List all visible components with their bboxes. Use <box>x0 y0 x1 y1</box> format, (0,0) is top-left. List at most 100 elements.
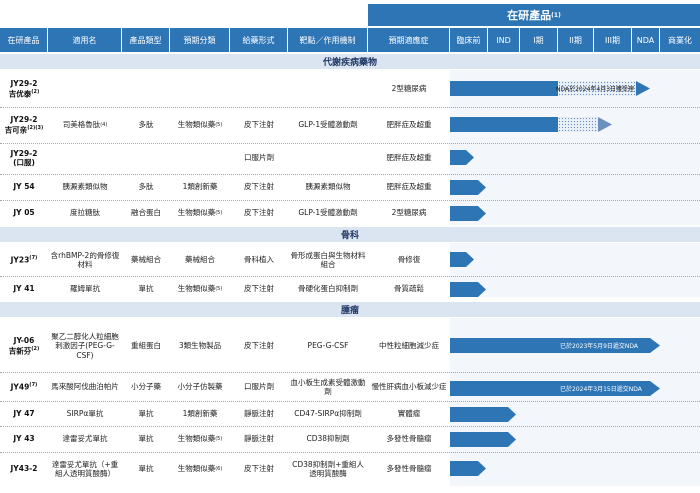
section-metabolic: 代謝疾病藥物 <box>0 54 700 69</box>
generic-name: 胰澱素類似物 <box>62 182 108 192</box>
product-type: 重組蛋白 <box>131 341 161 351</box>
indication: 多發性骨髓瘤 <box>386 464 432 474</box>
product-code: JY 43 <box>13 434 35 444</box>
route: 皮下注射 <box>244 464 274 474</box>
progress-bar <box>450 206 486 221</box>
generic-name: 度拉糖肽 <box>70 208 100 218</box>
category-text: 生物類似藥 <box>177 434 216 444</box>
header-phase1: I期 <box>520 28 558 52</box>
route: 皮下注射 <box>244 120 274 130</box>
row-divider <box>0 107 700 108</box>
generic-name: 羅姆單抗 <box>70 284 100 294</box>
header-ind: IND <box>488 28 520 52</box>
route: 皮下注射 <box>244 341 274 351</box>
category: 生物類似藥 (6) <box>170 454 230 484</box>
progress-bar <box>450 282 486 297</box>
indication: 骨修復 <box>397 255 421 265</box>
header-target: 靶點／作用機制 <box>288 28 368 52</box>
code-text: JY29-2 <box>10 79 38 89</box>
indication: 多發性骨髓瘤 <box>386 434 432 444</box>
generic-footnote: (4) <box>100 121 108 128</box>
pipeline-table: 在研產品 (1) 在研產品 適用名 產品類型 預期分類 給藥形式 靶點／作用機制 … <box>0 0 700 493</box>
row-divider <box>0 143 700 144</box>
progress-bar <box>450 432 516 447</box>
indication: 2型糖尿病 <box>391 208 427 218</box>
progress-bar <box>450 180 486 195</box>
progress-bar <box>450 461 486 476</box>
category-text: 生物類似藥 <box>177 464 216 474</box>
route: 口服片劑 <box>244 153 274 163</box>
code-value: JY49 <box>10 382 30 392</box>
product-type: 藥械組合 <box>131 255 161 265</box>
generic-name: 達雷妥尤單抗 <box>62 434 108 444</box>
nda-submitted-note: 已於2023年5月9日遞交NDA <box>560 343 639 350</box>
code-text: JY29-2 <box>10 115 38 125</box>
category-text: 生物類似藥 <box>177 208 216 218</box>
category-footnote: (5) <box>215 435 223 442</box>
section-oncology: 腫瘤 <box>0 302 700 317</box>
category: 小分子仿製藥 <box>177 382 223 392</box>
category-footnote: (6) <box>215 465 223 472</box>
row-divider <box>0 174 700 175</box>
header-product-type: 產品類型 <box>122 28 170 52</box>
generic-name: 含rhBMP-2的骨修復材料 <box>50 250 120 269</box>
category: 3類生物製品 <box>178 341 222 351</box>
brand-name-text: 吉优泰 <box>8 89 32 99</box>
product-code: JY29-2 吉可亲(2)(3) <box>0 108 48 142</box>
brand-footnote: (2) <box>31 88 40 95</box>
generic-name: 聚乙二醇化人粒細胞刺激因子(PEG-G-CSF) <box>51 331 119 360</box>
category: 生物類似藥 (5) <box>170 202 230 224</box>
code-footnote: (7) <box>29 382 38 389</box>
target: 胰澱素類似物 <box>305 182 351 192</box>
product-type: 單抗 <box>138 434 154 444</box>
indication: 中性粒細胞減少症 <box>379 341 439 351</box>
target: GLP-1受體激動劑 <box>298 208 358 218</box>
header-indication: 預期適應症 <box>368 28 450 52</box>
product-type: 單抗 <box>138 464 154 474</box>
indication: 2型糖尿病 <box>391 84 427 94</box>
row-divider <box>0 426 700 427</box>
indication: 骨質疏鬆 <box>394 284 424 294</box>
product-code: JY29-2 (口服) <box>0 144 48 172</box>
product-code: JY-06 吉新芬(2) <box>0 322 48 370</box>
header-generic-name: 適用名 <box>48 28 122 52</box>
header-preclinical: 臨床前 <box>450 28 488 52</box>
nda-submitted-note: 已於2024年3月15日遞交NDA <box>560 386 642 393</box>
target: 骨形成蛋白與生物材料組合 <box>290 250 366 269</box>
generic-name-text: 司美格魯肽 <box>62 120 101 130</box>
header-phase2: II期 <box>558 28 594 52</box>
product-code: JY 05 <box>13 208 35 218</box>
category-footnote: (5) <box>215 285 223 292</box>
section-orthopedics: 骨科 <box>0 227 700 242</box>
product-type: 單抗 <box>138 409 154 419</box>
indication: 肥胖症及超重 <box>386 153 432 163</box>
brand-name-text: 吉新芬 <box>8 346 32 356</box>
nda-accepted-note: NDA於2024年4月3日獲受理 <box>556 86 635 93</box>
row-divider <box>0 372 700 373</box>
category: 生物類似藥 (5) <box>170 108 230 142</box>
brand-name: 吉可亲(2)(3) <box>5 125 44 135</box>
brand-name: (口服) <box>13 158 35 167</box>
route: 骨科植入 <box>244 255 274 265</box>
banner-footnote: (1) <box>551 11 561 19</box>
in-development-banner: 在研產品 (1) <box>368 4 700 26</box>
category: 生物類似藥 (5) <box>170 278 230 300</box>
progress-bar <box>450 117 558 132</box>
indication: 肥胖症及超重 <box>386 182 432 192</box>
target: PEG-G-CSF <box>307 341 349 351</box>
product-code: JY23(7) <box>0 246 48 274</box>
product-code: JY43-2 <box>10 464 38 474</box>
product-code: JY29-2 吉优泰(2) <box>0 72 48 106</box>
route: 皮下注射 <box>244 208 274 218</box>
row-divider <box>0 401 700 402</box>
product-code: JY49(7) <box>0 374 48 400</box>
product-code: JY 41 <box>13 284 35 294</box>
target: CD38抑制劑 <box>306 434 350 444</box>
brand-name: 吉新芬(2) <box>9 346 40 356</box>
generic-name: 司美格魯肽 (4) <box>48 108 122 142</box>
generic-name: SIRPα單抗 <box>66 409 104 419</box>
product-type: 單抗 <box>138 284 154 294</box>
header-phase3: III期 <box>594 28 632 52</box>
generic-name: 達雷妥尤單抗（+重組人透明質酸酶） <box>51 459 119 478</box>
target: CD47-SIRPα抑制劑 <box>294 409 362 419</box>
